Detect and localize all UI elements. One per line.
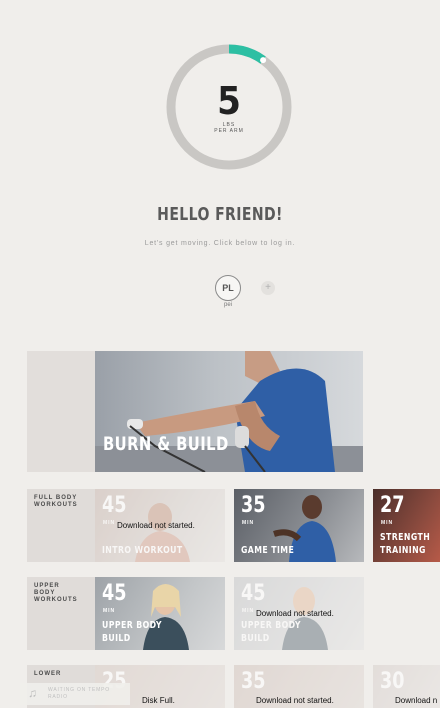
card-minutes: 45: [102, 493, 127, 518]
workout-card-lower-3[interactable]: 30 Download n: [373, 665, 440, 708]
music-player-bar[interactable]: ♫ WAITING ON TEMPO RADIO: [20, 683, 130, 705]
greeting-title: HELLO FRIEND!: [157, 204, 283, 225]
card-title: GAME TIME: [241, 545, 295, 556]
download-status: Download not started.: [256, 609, 334, 618]
download-status: Download not started.: [117, 521, 195, 530]
download-status: Download n: [395, 696, 438, 705]
music-note-icon: ♫: [28, 686, 37, 700]
profile-name: pei: [223, 302, 232, 308]
progress-knob: [260, 57, 267, 64]
workout-card-game-time[interactable]: 35 MIN GAME TIME: [234, 489, 364, 562]
featured-side-panel: [27, 351, 95, 472]
featured-workout-card[interactable]: BURN & BUILD: [95, 351, 363, 472]
card-minutes: 35: [241, 493, 266, 518]
card-title: INTRO WORKOUT: [102, 545, 183, 556]
profile-avatar-button[interactable]: PL: [215, 275, 241, 301]
weight-value: 5: [217, 79, 241, 123]
weight-unit-label: LBS PER ARM: [214, 122, 244, 134]
workout-card-strength[interactable]: 27 MIN STRENGTH TRAINING: [373, 489, 440, 562]
profile-initials: PL: [222, 283, 234, 293]
workout-card-lower-2[interactable]: 35 Download not started.: [234, 665, 364, 708]
card-minutes: 45: [241, 581, 266, 606]
card-minutes-unit: MIN: [103, 608, 116, 614]
card-minutes: 30: [380, 669, 405, 694]
disk-status: Disk Full.: [142, 696, 175, 705]
card-minutes-unit: MIN: [103, 520, 116, 526]
card-minutes-unit: MIN: [242, 608, 255, 614]
row-label-full-body: FULL BODY WORKOUTS: [27, 489, 95, 562]
row-label-upper-body: UPPER BODY WORKOUTS: [27, 577, 95, 650]
card-minutes-unit: MIN: [381, 520, 394, 526]
card-minutes: 27: [380, 493, 405, 518]
workout-card-upper-body-build-2[interactable]: 45 MIN UPPER BODY BUILD Download not sta…: [234, 577, 364, 650]
card-minutes-unit: MIN: [242, 520, 255, 526]
featured-workout-title: BURN & BUILD: [103, 433, 229, 455]
card-minutes: 35: [241, 669, 266, 694]
card-title: STRENGTH TRAINING: [380, 532, 431, 556]
download-status: Download not started.: [256, 696, 334, 705]
weight-progress-ring: 5 LBS PER ARM: [165, 43, 293, 171]
login-subtitle: Let's get moving. Click below to log in.: [144, 240, 296, 247]
card-title: UPPER BODY BUILD: [102, 620, 162, 644]
card-title: UPPER BODY BUILD: [241, 620, 301, 644]
workout-card-upper-body-build[interactable]: 45 MIN UPPER BODY BUILD: [95, 577, 225, 650]
workout-card-intro[interactable]: 45 MIN INTRO WORKOUT Download not starte…: [95, 489, 225, 562]
player-status-text: WAITING ON TEMPO RADIO: [48, 687, 110, 700]
card-minutes: 45: [102, 581, 127, 606]
add-profile-button[interactable]: +: [261, 281, 275, 295]
